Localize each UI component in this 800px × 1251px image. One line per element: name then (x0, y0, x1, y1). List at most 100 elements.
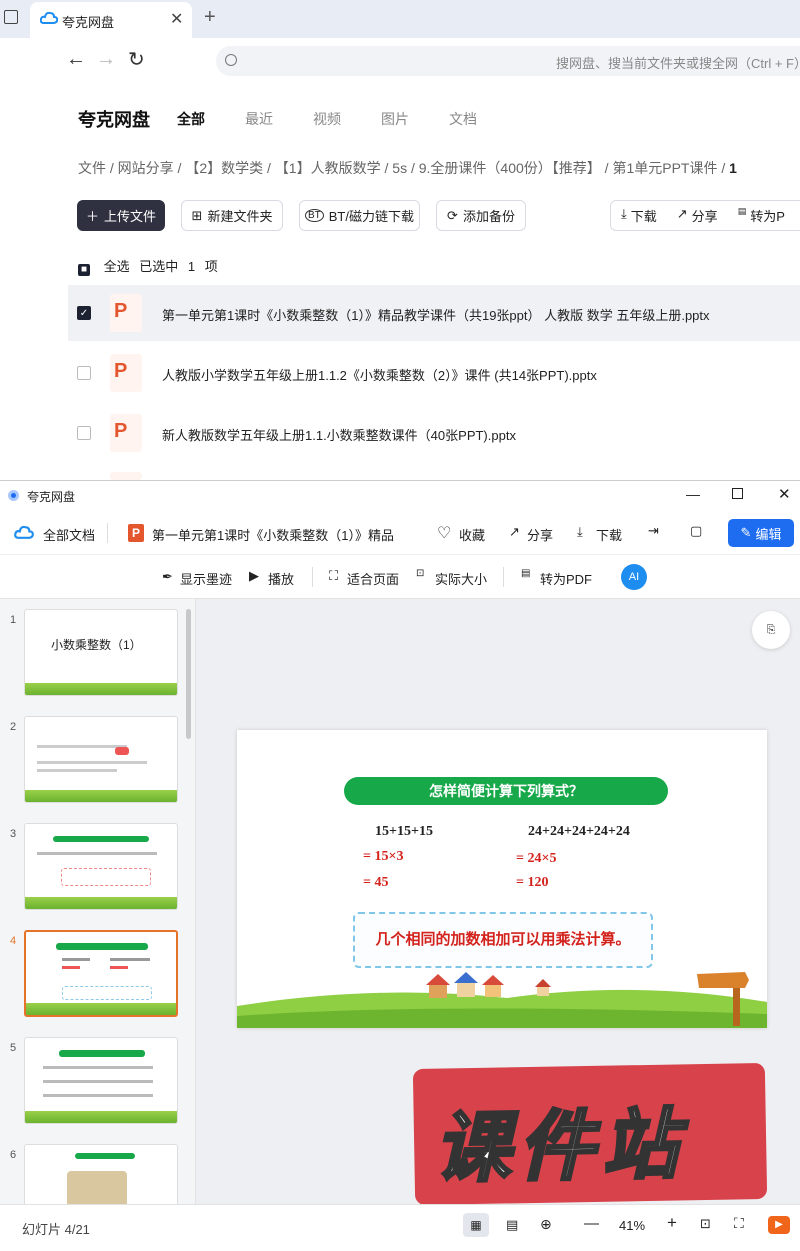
share-icon[interactable]: ↗ (509, 524, 520, 540)
thumb-number: 4 (10, 935, 17, 947)
reload-icon[interactable]: ↻ (128, 47, 145, 72)
slide-thumbnail[interactable] (24, 716, 178, 803)
share-icon: ↗ (676, 206, 688, 221)
favorite-button[interactable]: 收藏 (459, 525, 485, 544)
download-button[interactable]: 下载 (596, 525, 622, 544)
file-name[interactable]: 新人教版数学五年级上册1.1.小数乘整数课件（40张PPT).pptx (162, 425, 516, 444)
upload-button[interactable]: ＋ 上传文件 (77, 200, 165, 231)
all-docs-link[interactable]: 全部文档 (43, 525, 95, 544)
tab-video[interactable]: 视频 (313, 109, 341, 129)
selected-label: 已选中 (139, 259, 179, 274)
breadcrumb-item[interactable]: 网站分享 (118, 160, 174, 176)
to-pdf-button[interactable]: ▤ 转为P (738, 206, 785, 225)
actual-size-button[interactable]: 实际大小 (435, 569, 487, 588)
breadcrumb-item[interactable]: 9.全册课件（400份）【推荐】 (419, 160, 601, 176)
fit-page-button[interactable]: 适合页面 (347, 569, 399, 588)
grid-view-icon[interactable]: ▤ (506, 1217, 518, 1233)
thumb-text-line (110, 958, 150, 961)
backup-label: 添加备份 (462, 209, 515, 224)
show-ink-button[interactable]: 显示墨迹 (180, 569, 232, 588)
pdf-icon: ▤ (521, 568, 531, 579)
zoom-in-icon[interactable]: + (667, 1213, 677, 1233)
slide-thumbnail[interactable]: 小数乘整数（1） (24, 609, 178, 696)
thumb-illustration (67, 1171, 127, 1204)
heart-icon[interactable]: ♡ (437, 523, 451, 543)
fit-screen-icon[interactable]: ⊡ (700, 1216, 711, 1232)
pptx-file-icon: P (110, 294, 142, 332)
pdf-convert-icon[interactable]: ⎘ (752, 611, 790, 649)
maximize-icon[interactable] (732, 488, 743, 499)
tab-document[interactable]: 文档 (449, 109, 477, 129)
tab-search-icon[interactable] (4, 10, 18, 24)
zoom-out-icon[interactable]: — (584, 1215, 599, 1232)
normal-view-icon[interactable]: ▦ (463, 1213, 489, 1237)
open-external-icon[interactable]: ⇥ (648, 523, 659, 539)
row-checkbox[interactable] (77, 426, 91, 440)
back-arrow-icon[interactable]: ← (66, 48, 86, 71)
thumb-text-line (62, 958, 90, 961)
breadcrumb-item[interactable]: 文件 (78, 160, 106, 176)
select-all-label[interactable]: 全选 (104, 259, 130, 274)
tab-image[interactable]: 图片 (381, 109, 409, 129)
close-icon[interactable]: ✕ (170, 9, 183, 29)
file-row[interactable]: P 新人教版数学五年级上册1.1.小数乘整数课件（40张PPT).pptx (68, 405, 800, 461)
minimize-icon[interactable]: — (686, 486, 700, 502)
share-button[interactable]: 分享 (527, 525, 553, 544)
globe-icon[interactable]: ⊕ (540, 1216, 552, 1233)
download-button[interactable]: ⤓ 下载 (621, 206, 657, 225)
file-row[interactable]: ✓ P 第一单元第1课时《小数乘整数（1）》精品教学课件（共19张ppt） 人教… (68, 285, 800, 341)
thumb-note-box (61, 868, 151, 886)
breadcrumb-item[interactable]: 5s (392, 160, 407, 176)
thumb-text-line (37, 852, 157, 855)
slide-thumbnail[interactable] (24, 1037, 178, 1124)
thumb-header (75, 1153, 135, 1159)
tab-recent[interactable]: 最近 (245, 109, 273, 129)
browser-tab[interactable]: 夸克网盘 ✕ (30, 2, 192, 38)
scrollbar[interactable] (186, 609, 191, 739)
pptx-file-icon: P (110, 354, 142, 392)
breadcrumb-item[interactable]: 第1单元PPT课件 (612, 160, 717, 176)
equation: = 120 (516, 875, 549, 890)
share-button[interactable]: ↗ 分享 (677, 206, 718, 225)
status-bar: 幻灯片 4/21 ▦ ▤ ⊕ — 41% + ⊡ ⛶ ▶ (0, 1204, 800, 1251)
close-icon[interactable]: ✕ (778, 485, 791, 503)
file-row[interactable]: P 人教版小学数学五年级上册1.1.2《小数乘整数（2）》课件 (共14张PPT… (68, 345, 800, 401)
to-pdf-button[interactable]: 转为PDF (540, 569, 592, 588)
forward-arrow-icon[interactable]: → (96, 48, 116, 71)
thumb-number: 2 (10, 721, 17, 733)
viewer-window-title: 夸克网盘 (27, 490, 76, 504)
doc-title: 第一单元第1课时《小数乘整数（1）》精品 (152, 528, 394, 543)
play-button[interactable]: 播放 (268, 569, 294, 588)
address-bar[interactable]: 搜网盘、搜当前文件夹或搜全网（Ctrl + F） (216, 46, 800, 76)
new-folder-button[interactable]: ⊞ 新建文件夹 (181, 200, 283, 231)
row-checkbox[interactable] (77, 366, 91, 380)
sync-icon: ⟳ (447, 207, 458, 223)
actual-size-icon: ⊡ (416, 568, 425, 579)
fullscreen-icon[interactable]: ⛶ (734, 1215, 744, 1232)
slide-thumbnail-active[interactable] (24, 930, 178, 1017)
add-backup-button[interactable]: ⟳ 添加备份 (436, 200, 526, 231)
tab-all[interactable]: 全部 (177, 109, 205, 129)
select-all-checkbox[interactable]: ■ (78, 264, 90, 276)
play-slideshow-icon[interactable]: ▶ (768, 1216, 790, 1234)
thumb-number: 3 (10, 828, 17, 840)
equation: 24+24+24+24+24 (528, 824, 630, 839)
slide-thumbnail[interactable] (24, 823, 178, 910)
download-icon[interactable]: ⤓ (577, 524, 583, 540)
slide-thumbnail[interactable] (24, 1144, 178, 1204)
breadcrumb-item[interactable]: 【1】人教版数学 (275, 160, 381, 176)
breadcrumb-item[interactable]: 【2】数学类 (185, 160, 263, 176)
row-checkbox[interactable]: ✓ (77, 306, 91, 320)
ai-assistant-icon[interactable]: AI (621, 564, 647, 590)
plus-icon[interactable]: + (204, 6, 216, 29)
thumb-number: 1 (10, 614, 17, 626)
file-name[interactable]: 人教版小学数学五年级上册1.1.2《小数乘整数（2）》课件 (共14张PPT).… (162, 365, 597, 384)
edit-button[interactable]: ✎ 编辑 (728, 519, 794, 547)
pptx-file-icon: P (110, 414, 142, 452)
bt-download-button[interactable]: BT BT/磁力链下载 (299, 200, 420, 231)
breadcrumb-current: 1 (729, 160, 737, 176)
feedback-icon[interactable]: ▢ (690, 523, 702, 539)
thumb-header (56, 943, 148, 950)
file-name[interactable]: 第一单元第1课时《小数乘整数（1）》精品教学课件（共19张ppt） 人教版 数学… (162, 305, 710, 324)
grass-decoration (25, 683, 177, 695)
